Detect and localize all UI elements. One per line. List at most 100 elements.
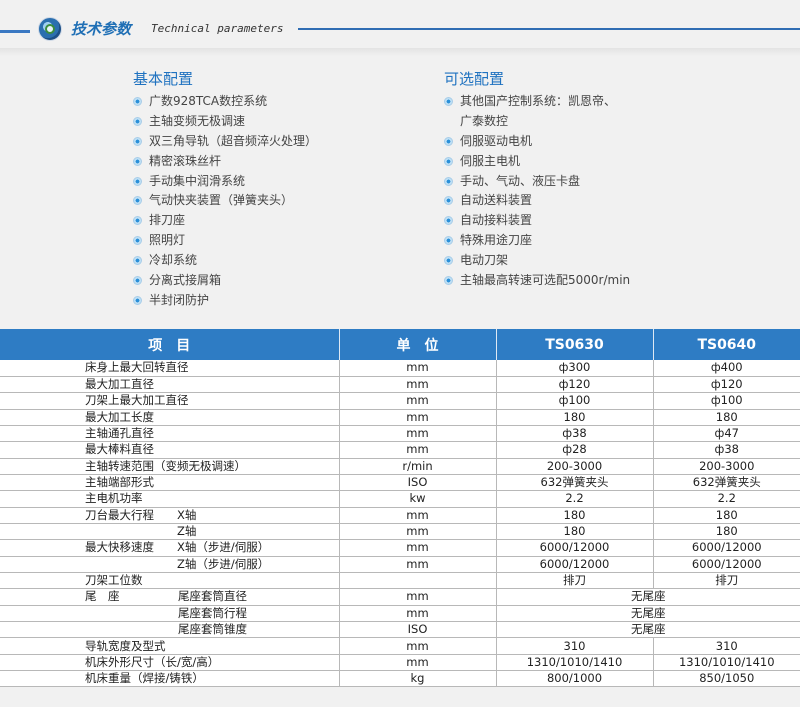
bullet-icon (133, 156, 142, 166)
list-item: 广泰数控 (444, 112, 630, 132)
list-item-text: 照明灯 (149, 233, 186, 248)
cell-unit: mm (339, 523, 497, 541)
cell-ts0630: ф300 (496, 360, 654, 377)
table-row: 最大加工长度 mm 180 180 (0, 409, 800, 426)
item-label: 主轴转速范围（变频无极调速） (85, 458, 246, 473)
table-row: 最大加工直径 mm ф120 ф120 (0, 376, 800, 394)
cell-item: 刀架上最大加工直径 (0, 392, 340, 410)
header-accent-bar (0, 30, 30, 33)
list-item: 伺服主电机 (444, 152, 630, 172)
cell-item: 刀台最大行程 X轴 (0, 507, 340, 524)
item-label: 刀架上最大加工直径 (85, 393, 189, 408)
cell-ts0630: 632弹簧夹头 (496, 474, 654, 492)
logo-icon (38, 17, 62, 41)
item-label: 导轨宽度及型式 (85, 638, 166, 653)
list-item: 自动接料装置 (444, 211, 630, 231)
item-label: 主电机功率 (85, 491, 143, 506)
list-item-text: 伺服驱动电机 (460, 133, 533, 148)
list-item: 分离式接屑箱 (133, 271, 317, 291)
cell-item: Z轴（步进/伺服） (0, 556, 340, 573)
list-item: 冷却系统 (133, 251, 317, 271)
col-header-item: 项 目 (0, 329, 340, 360)
table-row: 主轴通孔直径 mm ф38 ф47 (0, 425, 800, 443)
table-row: 尾座套筒锥度 ISO 无尾座 (0, 621, 800, 639)
table-row: 最大快移速度 X轴（步进/伺服） mm 6000/12000 6000/12000 (0, 539, 800, 557)
spec-table-header: 项 目 单 位 TS0630 TS0640 (0, 329, 800, 360)
table-row: 机床外形尺寸（长/宽/高） mm 1310/1010/1410 1310/1010/1… (0, 654, 800, 672)
list-item: 伺服驱动电机 (444, 132, 630, 152)
cell-item: 主电机功率 (0, 490, 340, 508)
cell-ts0640: 6000/12000 (653, 556, 800, 573)
item-label: 最大快移速度 (85, 540, 154, 555)
cell-ts0630: 310 (496, 637, 654, 655)
item-label: 床身上最大回转直径 (85, 360, 189, 375)
item-sublabel: 尾座套筒直径 (178, 589, 247, 604)
cell-unit: mm (339, 425, 497, 443)
cell-unit: mm (339, 539, 497, 557)
cell-unit: mm (339, 360, 497, 377)
cell-ts0630: 200-3000 (496, 458, 654, 475)
list-item-text: 精密滚珠丝杆 (149, 153, 222, 168)
list-item: 主轴最高转速可选配5000r/min (444, 271, 630, 291)
header-title-cn: 技术参数 (71, 20, 132, 38)
cell-unit: mm (339, 605, 497, 623)
bullet-icon (133, 196, 142, 206)
item-label: 最大棒料直径 (85, 442, 154, 457)
list-item-text: 伺服主电机 (460, 153, 521, 168)
item-label: 刀架工位数 (85, 573, 143, 588)
item-label: 主轴通孔直径 (85, 426, 154, 441)
list-item: 其他国产控制系统：凯恩帝、 (444, 92, 630, 112)
list-item-text: 电动刀架 (460, 253, 509, 268)
list-item: 自动送料装置 (444, 191, 630, 211)
cell-item: 刀架工位数 (0, 572, 340, 590)
cell-item: 尾 座 尾座套筒直径 (0, 588, 340, 606)
bullet-icon (133, 276, 142, 286)
cell-merged-value: 无尾座 (496, 621, 800, 639)
item-label: 最大加工长度 (85, 409, 154, 424)
item-label: 刀台最大行程 (85, 507, 154, 522)
bullet-icon (444, 136, 453, 146)
item-sublabel: 尾座套筒锥度 (178, 622, 247, 636)
col-header-ts0640: TS0640 (653, 329, 800, 360)
cell-ts0640: 200-3000 (653, 458, 800, 475)
cell-unit: mm (339, 556, 497, 573)
optional-config-list: 其他国产控制系统：凯恩帝、 广泰数控 伺服驱动电机 伺服主电机 手动、气动、液压卡盘 自动… (444, 92, 630, 291)
cell-item: 尾座套筒行程 (0, 605, 340, 623)
cell-ts0630: ф120 (496, 376, 654, 394)
list-item-text: 气动快夹装置（弹簧夹头） (149, 193, 294, 208)
cell-unit: mm (339, 654, 497, 672)
list-item: 主轴变频无极调速 (133, 112, 317, 132)
bullet-icon (444, 156, 453, 166)
col-header-unit: 单 位 (339, 329, 497, 360)
bullet-icon (444, 236, 453, 246)
cell-item: 导轨宽度及型式 (0, 637, 340, 655)
list-item-text: 手动、气动、液压卡盘 (460, 173, 581, 188)
cell-ts0630: 180 (496, 409, 654, 426)
section-header: 技术参数 Technical parameters (0, 0, 800, 58)
cell-item: 主轴转速范围（变频无极调速） (0, 458, 340, 475)
bullet-icon (133, 256, 142, 266)
cell-ts0640: 180 (653, 409, 800, 426)
bullet-icon (133, 97, 142, 106)
bullet-icon (133, 136, 142, 146)
basic-config-title: 基本配置 (133, 70, 194, 88)
cell-unit: mm (339, 588, 497, 606)
list-item: 手动集中润滑系统 (133, 172, 317, 192)
list-item-text: 主轴最高转速可选配5000r/min (460, 273, 631, 288)
list-item: 电动刀架 (444, 251, 630, 271)
cell-ts0640: 310 (653, 637, 800, 655)
cell-ts0630: 6000/12000 (496, 539, 654, 557)
bullet-icon (444, 256, 453, 266)
bullet-icon (444, 196, 453, 206)
cell-item: 最大棒料直径 (0, 441, 340, 459)
list-item: 排刀座 (133, 211, 317, 231)
cell-ts0640: 1310/1010/1410 (653, 654, 800, 672)
cell-ts0630: 1310/1010/1410 (496, 654, 654, 672)
header-title-en: Technical parameters (151, 22, 284, 35)
cell-item: 机床重量（焊接/铸铁） (0, 670, 340, 688)
cell-unit: mm (339, 376, 497, 394)
bullet-icon (444, 216, 453, 226)
item-label: 主轴端部形式 (85, 475, 154, 490)
list-item-text: 自动接料装置 (460, 213, 533, 228)
cell-ts0630: 800/1000 (496, 670, 654, 688)
